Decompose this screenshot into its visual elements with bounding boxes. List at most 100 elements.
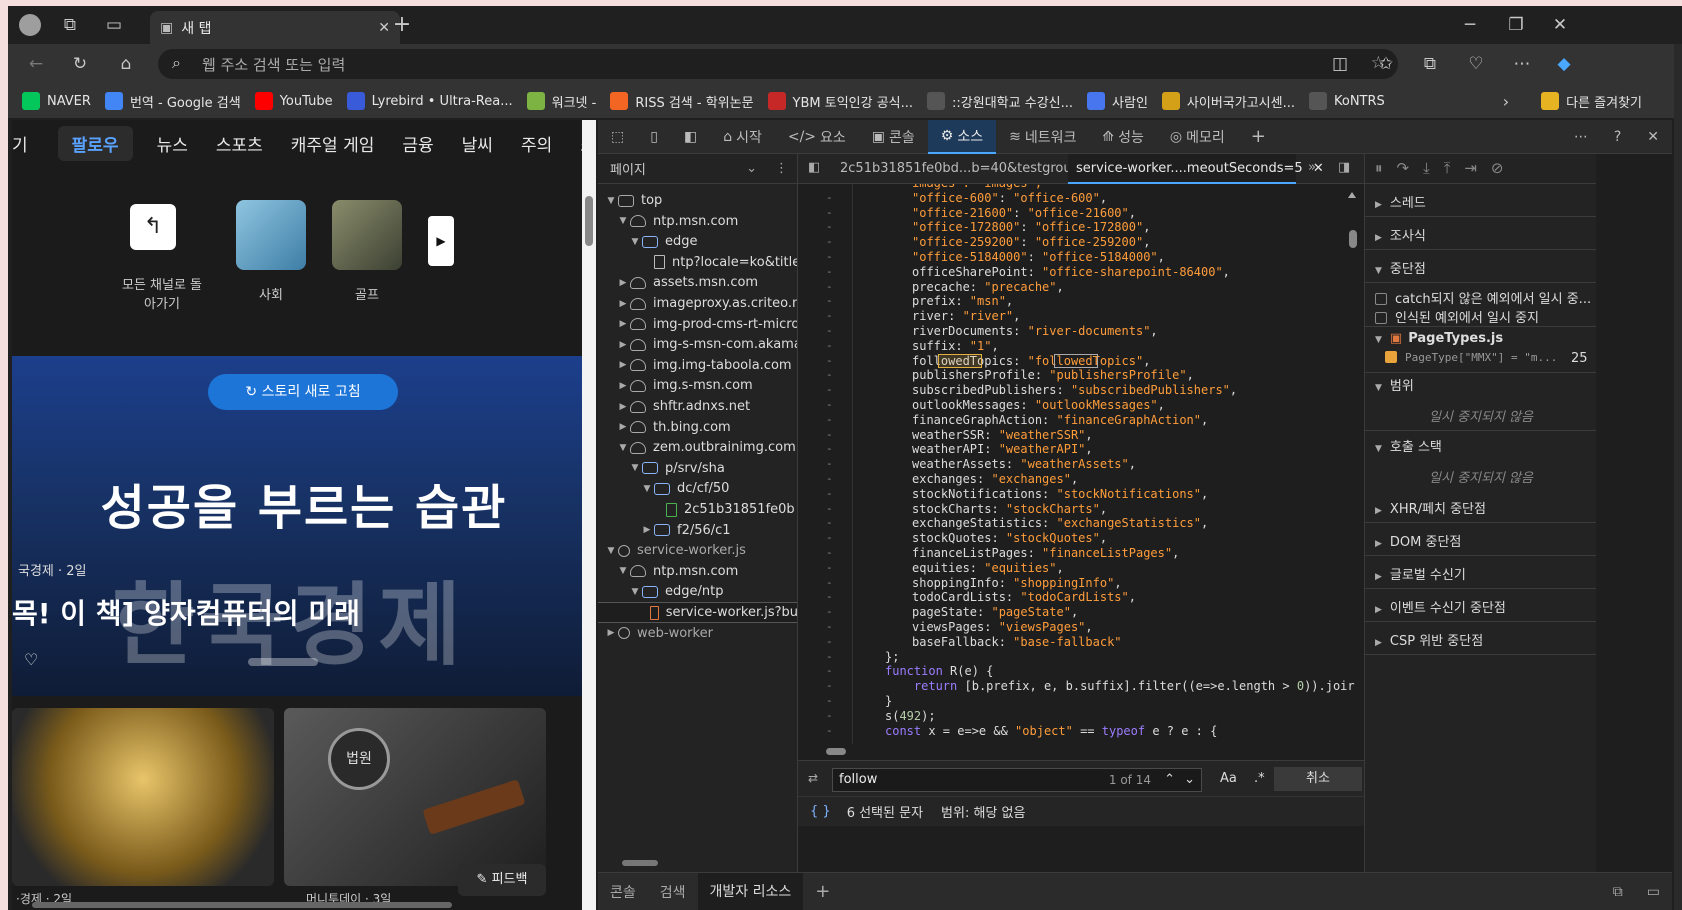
more-tabs-icon[interactable]: » [1308, 160, 1316, 175]
golf-thumbnail[interactable] [332, 200, 402, 270]
bookmark-item[interactable]: ::강원대학교 수강신... [927, 92, 1073, 111]
tree-row[interactable]: ▶ img-prod-cms-rt-micros [598, 314, 797, 335]
nav-item[interactable]: 뉴스 [157, 131, 188, 156]
tree-row[interactable]: ▶ f2/56/c1 [598, 520, 731, 541]
quantum-card-image[interactable] [12, 708, 274, 886]
scope-section[interactable]: ▼ 범위 [1375, 375, 1414, 394]
carousel-dots[interactable] [248, 658, 318, 666]
tree-row[interactable]: ▼ service-worker.js [598, 540, 746, 561]
favorites-icon[interactable]: ✩ [1370, 48, 1402, 80]
toggle-navigator-icon[interactable]: ◧ [808, 160, 820, 175]
more-icon[interactable]: ⋯ [1561, 120, 1601, 154]
tree-row[interactable]: ▶ img.s-msn.com [598, 375, 753, 396]
devtools-tab[interactable]: ▣ 콘솔 [859, 120, 928, 154]
scroll-up-icon[interactable] [1348, 192, 1356, 198]
tree-row[interactable]: ▶ shftr.adnxs.net [598, 396, 751, 417]
new-tab-button[interactable]: + [386, 9, 418, 41]
horizontal-scrollbar[interactable] [32, 902, 452, 908]
previous-match-icon[interactable]: ⌃ [1164, 769, 1175, 791]
other-favorites[interactable]: 다른 즐겨찾기 [1541, 92, 1642, 111]
chevron-down-icon[interactable]: ⌄ [746, 161, 757, 176]
collections-icon[interactable]: ⧉ [1414, 48, 1446, 80]
add-panel-icon[interactable]: + [1238, 120, 1279, 154]
file-tab-1[interactable]: 2c51b31851fe0bd...b=40&testgroup [840, 161, 1080, 176]
address-bar[interactable]: ⌕ 웹 주소 검색 또는 입력 ☆ [158, 49, 1398, 79]
debugger-section[interactable]: ▶ XHR/페치 중단점 [1375, 498, 1486, 517]
tree-row[interactable]: 2c51b31851fe0b [598, 499, 795, 520]
add-drawer-tab-icon[interactable]: + [803, 881, 842, 902]
close-window-icon[interactable]: ✕ [1544, 9, 1576, 41]
bookmark-item[interactable]: Lyrebird • Ultra-Rea... [346, 92, 513, 110]
page-vertical-scrollbar[interactable] [582, 120, 596, 910]
tree-row[interactable]: ▼ edge/ntp [598, 581, 724, 602]
bookmark-item[interactable]: 워크넷 - [526, 92, 596, 111]
code-horizontal-scrollbar[interactable] [804, 744, 1344, 758]
debugger-section[interactable]: ▶ 조사식 [1375, 225, 1426, 244]
copilot-icon[interactable]: ◆ [1548, 48, 1580, 80]
dock-side-icon[interactable]: ⧉ [1601, 884, 1635, 900]
navigator-title[interactable]: 페이지 [610, 159, 746, 178]
debugger-section[interactable]: ▶ CSP 위반 중단점 [1375, 630, 1483, 649]
replace-toggle-icon[interactable]: ⇄ [808, 771, 818, 785]
toggle-debugger-icon[interactable]: ◨ [1338, 160, 1350, 175]
collapse-drawer-icon[interactable]: ▭ [1635, 884, 1672, 900]
devtools-tab[interactable]: </> 요소 [775, 120, 859, 154]
split-screen-icon[interactable]: ◫ [1324, 48, 1356, 80]
minimize-icon[interactable]: ─ [1454, 9, 1486, 41]
code-scroll-thumb[interactable] [1349, 230, 1357, 248]
bookmark-item[interactable]: 사람인 [1087, 92, 1148, 111]
more-menu-icon[interactable]: ⋯ [1506, 48, 1538, 80]
tree-row[interactable]: ▼ ntp.msn.com [598, 211, 739, 232]
bookmark-item[interactable]: NAVER [22, 92, 91, 110]
tree-row[interactable]: ▶ imageproxy.as.criteo.net [598, 293, 797, 314]
workspaces-icon[interactable]: ⧉ [54, 9, 86, 41]
dock-icon[interactable]: ◧ [671, 120, 710, 154]
bp-option-uncaught[interactable]: catch되지 않은 예외에서 일시 중... [1375, 288, 1591, 307]
bp-line[interactable]: PageType["MMX"] = "m... [1385, 351, 1557, 364]
devtools-tab[interactable]: ≋ 네트워크 [996, 120, 1089, 154]
bp-file[interactable]: ▼ ▣ PageTypes.js [1375, 331, 1503, 346]
debugger-section[interactable]: ▼ 중단점 [1375, 258, 1426, 277]
debugger-section[interactable]: ▶ 이벤트 수신기 중단점 [1375, 597, 1506, 616]
bookmark-item[interactable]: YouTube [254, 92, 333, 110]
bookmarks-overflow-icon[interactable]: › [1503, 92, 1509, 111]
tree-row[interactable]: ▼ dc/cf/50 [598, 478, 730, 499]
bookmark-item[interactable]: YBM 토익인강 공식... [767, 92, 913, 111]
devtools-tab[interactable]: ⌂ 시작 [710, 120, 775, 154]
code-vertical-scrollbar[interactable] [1348, 190, 1358, 710]
hero-headline[interactable]: 목! 이 책] 양자컴퓨터의 미래 [12, 592, 360, 632]
close-devtools-icon[interactable]: ✕ [1634, 120, 1672, 154]
scrollbar-thumb[interactable] [585, 196, 593, 246]
tree-row[interactable]: ▼ edge [598, 231, 698, 252]
hero-card[interactable]: ↻ 스토리 새로 고침 성공을 부르는 습관 한국경제 국경제 · 2일 목! … [12, 356, 596, 696]
refresh-stories-button[interactable]: ↻ 스토리 새로 고침 [208, 374, 398, 410]
devtools-tab[interactable]: ⟰ 성능 [1089, 120, 1157, 154]
home-icon[interactable]: ⌂ [110, 48, 142, 80]
tree-row[interactable]: ntp?locale=ko&title [598, 252, 797, 273]
tree-row[interactable]: service-worker.js?bu [598, 602, 797, 623]
device-emulation-icon[interactable]: ▯ [637, 120, 671, 154]
code-hscroll-thumb[interactable] [826, 748, 846, 755]
tree-row[interactable]: ▶ assets.msn.com [598, 272, 759, 293]
vertical-tabs-icon[interactable]: ▭ [98, 9, 130, 41]
tree-row[interactable]: ▼ p/srv/sha [598, 458, 725, 479]
feedback-button[interactable]: ✎ 피드백 [458, 864, 546, 896]
bookmark-item[interactable]: RISS 검색 - 학위논문 [610, 92, 754, 111]
tree-row[interactable]: ▼ zem.outbrainimg.com [598, 437, 796, 458]
match-case-button[interactable]: Aa [1220, 771, 1237, 786]
tree-scrollbar[interactable] [622, 860, 658, 866]
channel-next-button[interactable]: ▶ [428, 216, 454, 266]
profile-avatar[interactable] [14, 9, 46, 41]
checkbox[interactable] [1375, 312, 1387, 324]
nav-item[interactable]: 금융 [402, 131, 433, 156]
checked-checkbox[interactable] [1385, 351, 1397, 363]
channel-back[interactable]: ↰ [130, 204, 176, 250]
devtools-tab[interactable]: ⚙ 소스 [927, 119, 997, 154]
debugger-section[interactable]: ▶ 글로벌 수신기 [1375, 564, 1466, 583]
tab-new-tab[interactable]: ▣ 새 탭 ✕ [150, 11, 400, 44]
refresh-icon[interactable]: ↻ [64, 48, 96, 80]
help-icon[interactable]: ? [1601, 120, 1634, 154]
tree-row[interactable]: ▼ ntp.msn.com [598, 561, 739, 582]
inspect-icon[interactable]: ⬚ [598, 120, 637, 154]
nav-item[interactable]: 날씨 [462, 131, 493, 156]
